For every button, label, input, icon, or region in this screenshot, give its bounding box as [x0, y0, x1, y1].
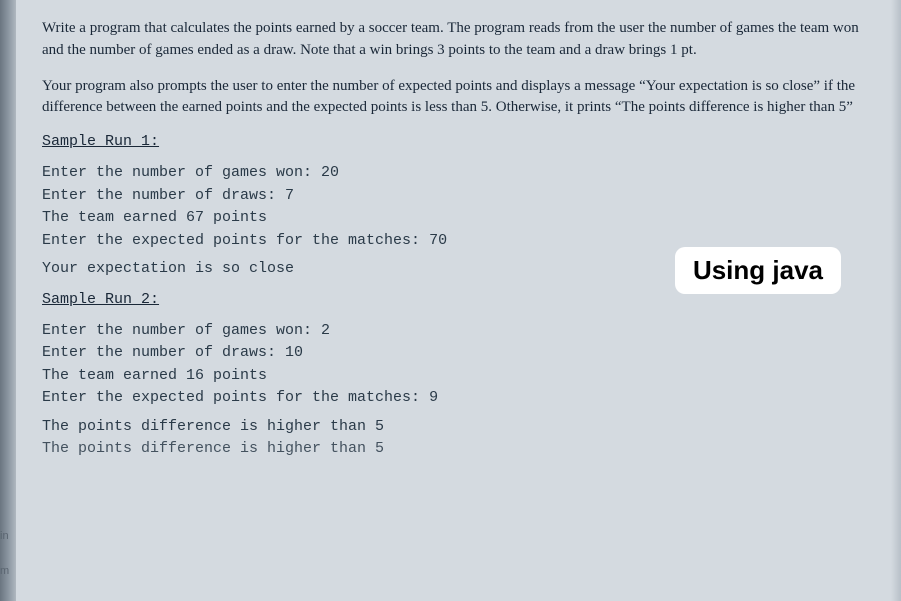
- sample-result: The points difference is higher than 5: [42, 416, 861, 439]
- sample-line: The team earned 16 points: [42, 365, 861, 388]
- side-marker-m: m: [0, 565, 9, 577]
- problem-paragraph-1: Write a program that calculates the poin…: [42, 18, 861, 62]
- sample-line: Enter the number of games won: 20: [42, 162, 861, 185]
- side-marker-in: in: [0, 530, 9, 542]
- document-page: Write a program that calculates the poin…: [0, 0, 901, 601]
- sample-result-duplicate: The points difference is higher than 5: [42, 438, 861, 461]
- sample-line: Enter the number of draws: 10: [42, 342, 861, 365]
- sample-line: Enter the number of draws: 7: [42, 185, 861, 208]
- sample-line: Enter the number of games won: 2: [42, 320, 861, 343]
- language-badge: Using java: [675, 247, 841, 294]
- sample-run-1-heading: Sample Run 1:: [42, 133, 861, 150]
- sample-line: Enter the expected points for the matche…: [42, 387, 861, 410]
- problem-paragraph-2: Your program also prompts the user to en…: [42, 76, 861, 120]
- sample-line: The team earned 67 points: [42, 207, 861, 230]
- sample-run-2-block: Enter the number of games won: 2 Enter t…: [42, 320, 861, 461]
